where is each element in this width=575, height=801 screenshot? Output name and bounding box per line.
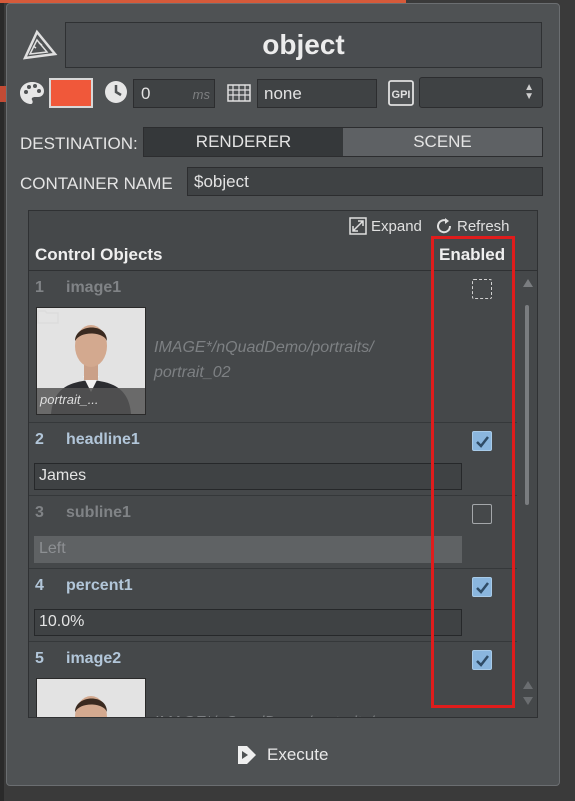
thumbnail-label: portrait_... xyxy=(37,388,145,414)
destination-renderer[interactable]: RENDERER xyxy=(144,128,343,156)
row-name: percent1 xyxy=(66,577,133,594)
image-path: IMAGE*/nQuadDemo/portraits/ portrait_02 xyxy=(154,339,374,381)
execute-label: Execute xyxy=(267,745,329,764)
portrait-image xyxy=(37,679,145,717)
delay-unit: ms xyxy=(192,87,210,102)
row-number: 3 xyxy=(35,504,44,521)
delay-value: 0 xyxy=(141,84,151,103)
row-name: image1 xyxy=(66,279,122,296)
enabled-column-highlight xyxy=(431,236,515,708)
select-arrows-icon: ▲ ▼ xyxy=(524,82,534,102)
scroll-down-icon[interactable] xyxy=(523,697,533,705)
palette-icon xyxy=(20,82,44,104)
grid-icon xyxy=(227,84,251,102)
expand-icon xyxy=(349,217,367,235)
destination-toggle[interactable]: RENDERER SCENE xyxy=(143,127,543,157)
container-name-label: CONTAINER NAME xyxy=(20,174,173,193)
gpi-select[interactable]: ▲ ▼ xyxy=(419,77,543,108)
row-name: headline1 xyxy=(66,431,140,448)
image-thumbnail[interactable] xyxy=(36,678,146,717)
row-name: subline1 xyxy=(66,504,131,521)
row-number: 4 xyxy=(35,577,44,594)
delay-field[interactable]: 0 ms xyxy=(133,79,215,108)
image-thumbnail[interactable]: portrait_... xyxy=(36,307,146,415)
column-control-objects: Control Objects xyxy=(35,245,163,264)
background-edge xyxy=(0,0,4,801)
scroll-up-icon[interactable] xyxy=(523,681,533,689)
container-name-field[interactable]: $object xyxy=(187,167,543,196)
control-objects-toolbar: Expand Refresh xyxy=(29,211,537,239)
scroll-thumb[interactable] xyxy=(525,305,529,505)
destination-scene[interactable]: SCENE xyxy=(343,128,542,156)
scrollbar[interactable] xyxy=(518,271,537,717)
execute-icon xyxy=(238,746,256,764)
image-path: IMAGE*/nQuadDemo/portraits/ xyxy=(154,710,444,717)
row-name: image2 xyxy=(66,650,122,667)
row-number: 5 xyxy=(35,650,44,667)
page-title[interactable]: object xyxy=(65,22,542,68)
clock-icon xyxy=(105,81,127,103)
gpi-icon: GPI xyxy=(388,80,414,106)
color-swatch[interactable] xyxy=(49,78,93,108)
refresh-icon xyxy=(437,218,452,234)
grid-field[interactable]: none xyxy=(257,79,377,108)
expand-label: Expand xyxy=(371,217,422,235)
expand-button[interactable]: Expand xyxy=(349,217,422,235)
row-number: 1 xyxy=(35,279,44,296)
text-input[interactable]: 10.0% xyxy=(34,609,462,636)
text-input[interactable]: James xyxy=(34,463,462,490)
refresh-label: Refresh xyxy=(457,217,510,235)
row-number: 2 xyxy=(35,431,44,448)
execute-button[interactable]: Execute xyxy=(235,743,328,767)
refresh-button[interactable]: Refresh xyxy=(435,217,510,235)
scroll-up-icon[interactable] xyxy=(523,279,533,287)
folder-icon[interactable] xyxy=(37,308,59,324)
destination-label: DESTINATION: xyxy=(20,134,138,153)
gpi-label: GPI xyxy=(392,89,411,101)
text-input[interactable]: Left xyxy=(34,536,462,563)
triangle-ruler-icon xyxy=(22,29,58,60)
